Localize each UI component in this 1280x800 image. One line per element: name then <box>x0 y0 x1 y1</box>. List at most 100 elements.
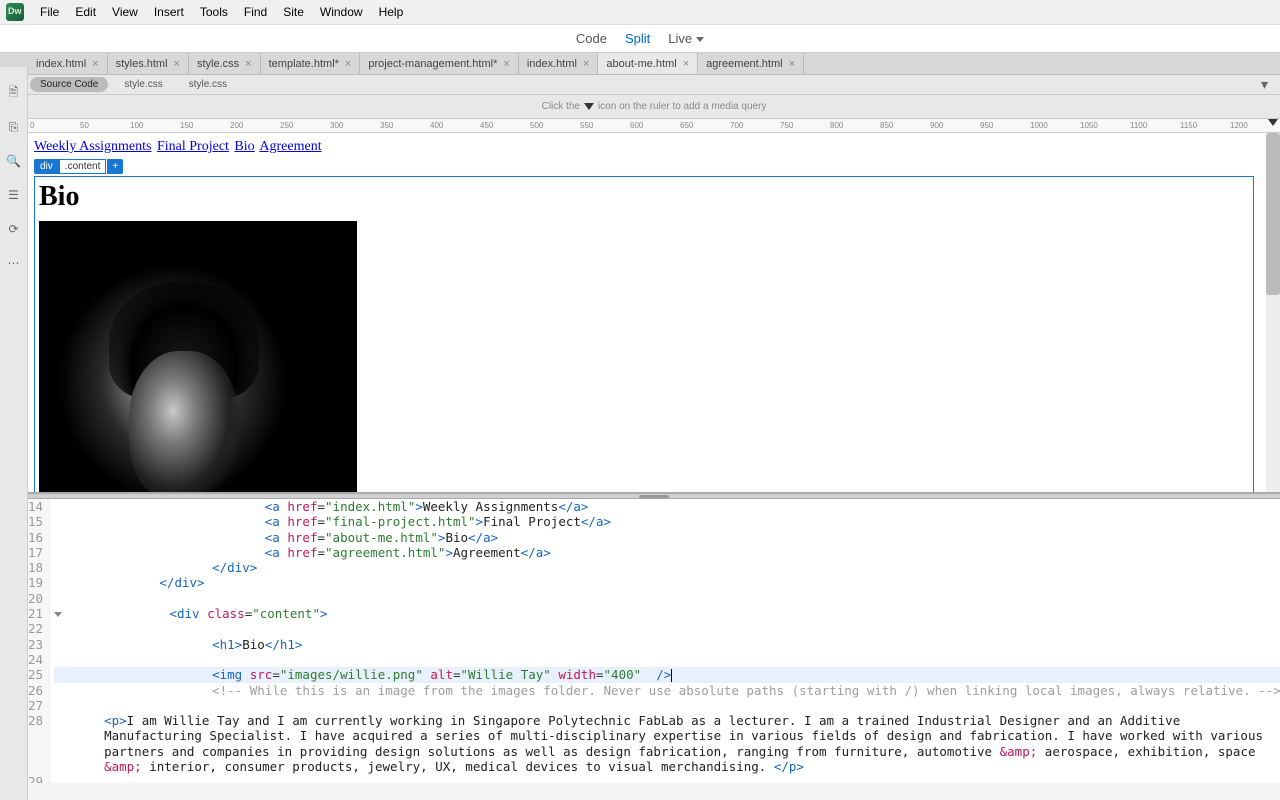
chevron-down-icon[interactable] <box>696 37 704 42</box>
code-line[interactable]: </div> <box>54 560 1280 575</box>
ruler-tick: 1100 <box>1130 121 1147 130</box>
ruler-triangle-icon[interactable] <box>1268 119 1278 126</box>
code-line[interactable]: <!-- While this is an image from the ima… <box>54 683 1280 698</box>
nav-link[interactable]: Final Project <box>157 139 229 154</box>
content-outline[interactable]: Bio <box>34 176 1254 493</box>
page-nav: Weekly Assignments Final Project Bio Agr… <box>34 139 1274 155</box>
close-icon[interactable]: × <box>683 58 689 70</box>
selector-tag[interactable]: div <box>34 159 59 174</box>
code-line[interactable] <box>54 652 1280 667</box>
search-icon[interactable]: 🔍 <box>6 153 22 169</box>
ruler-tick: 200 <box>230 121 243 130</box>
menu-view[interactable]: View <box>104 1 146 23</box>
ruler-tick: 900 <box>930 121 943 130</box>
bio-image[interactable] <box>39 221 357 493</box>
code-line[interactable]: <h1>Bio</h1> <box>54 637 1280 652</box>
file-tab[interactable]: index.html × <box>519 53 599 74</box>
file-tab[interactable]: about-me.html× <box>598 53 698 74</box>
close-icon[interactable]: × <box>583 58 589 70</box>
nav-link[interactable]: Agreement <box>259 139 321 154</box>
menu-edit[interactable]: Edit <box>67 1 104 23</box>
ruler-tick: 550 <box>580 121 593 130</box>
code-line[interactable] <box>54 591 1280 606</box>
file-tab-label: index.html <box>527 58 577 70</box>
file-icon[interactable]: 🗎 <box>6 85 22 101</box>
menu-help[interactable]: Help <box>371 1 412 23</box>
ruler-tick: 1050 <box>1080 121 1098 130</box>
related-stylesheet-tab[interactable]: style.css <box>114 77 172 92</box>
file-tab-label: index.html <box>36 58 86 70</box>
code-line[interactable]: <img src="images/willie.png" alt="Willie… <box>54 667 1280 682</box>
file-tab[interactable]: style.css × <box>189 53 261 74</box>
file-tab[interactable]: template.html* × <box>261 53 361 74</box>
code-editor[interactable]: <a href="index.html">Weekly Assignments<… <box>50 499 1280 783</box>
selector-add[interactable]: + <box>106 159 123 174</box>
ruler-tick: 500 <box>530 121 543 130</box>
ruler-tick: 600 <box>630 121 643 130</box>
code-line[interactable]: </div> <box>54 575 1280 590</box>
ruler-tick: 950 <box>980 121 993 130</box>
menu-find[interactable]: Find <box>236 1 275 23</box>
ruler-tick: 250 <box>280 121 293 130</box>
close-icon[interactable]: × <box>345 58 351 70</box>
view-code[interactable]: Code <box>576 31 607 46</box>
file-tab-label: template.html* <box>269 58 339 70</box>
close-icon[interactable]: × <box>789 58 795 70</box>
code-view[interactable]: 14151617181920212223242526272829 <a href… <box>28 499 1280 783</box>
media-query-hint: Click theicon on the ruler to add a medi… <box>28 95 1280 119</box>
code-line[interactable]: <a href="index.html">Weekly Assignments<… <box>54 499 1280 514</box>
ruler-tick: 800 <box>830 121 843 130</box>
file-tab-label: styles.html <box>116 58 168 70</box>
file-tab[interactable]: styles.html × <box>108 53 189 74</box>
ruler-tick: 1000 <box>1030 121 1048 130</box>
code-line[interactable] <box>54 621 1280 636</box>
ruler-tick: 750 <box>780 121 793 130</box>
page-heading: Bio <box>39 181 1249 213</box>
ruler-tick: 1150 <box>1180 121 1197 130</box>
menu-window[interactable]: Window <box>312 1 371 23</box>
refresh-icon[interactable]: ⟳ <box>6 221 22 237</box>
nav-link[interactable]: Weekly Assignments <box>34 139 151 154</box>
file-tab-label: style.css <box>197 58 239 70</box>
menu-insert[interactable]: Insert <box>146 1 192 23</box>
code-line[interactable] <box>54 774 1280 783</box>
menu-tools[interactable]: Tools <box>192 1 236 23</box>
view-split[interactable]: Split <box>625 31 650 46</box>
close-icon[interactable]: × <box>245 58 251 70</box>
filter-icon[interactable]: ▾ <box>1261 76 1268 93</box>
close-icon[interactable]: × <box>92 58 98 70</box>
code-line[interactable]: <p>I am Willie Tay and I am currently wo… <box>54 713 1280 774</box>
file-tab[interactable]: index.html × <box>28 53 108 74</box>
line-gutter: 14151617181920212223242526272829 <box>28 499 50 783</box>
layers-icon[interactable]: ☰ <box>6 187 22 203</box>
more-icon[interactable]: ⋯ <box>6 255 22 271</box>
menu-bar: FileEditViewInsertToolsFindSiteWindowHel… <box>0 0 1280 25</box>
related-stylesheet-tab[interactable]: style.css <box>179 77 237 92</box>
menu-site[interactable]: Site <box>275 1 312 23</box>
file-tab[interactable]: agreement.html× <box>698 53 804 74</box>
menu-file[interactable]: File <box>32 1 67 23</box>
code-line[interactable]: <a href="about-me.html">Bio</a> <box>54 530 1280 545</box>
ruler-tick: 50 <box>80 121 89 130</box>
code-line[interactable] <box>54 698 1280 713</box>
close-icon[interactable]: × <box>174 58 180 70</box>
nav-link[interactable]: Bio <box>234 139 254 154</box>
view-live[interactable]: Live <box>668 31 704 46</box>
close-icon[interactable]: × <box>503 58 509 70</box>
scrollbar[interactable] <box>1266 133 1280 492</box>
ruler-tick: 1200 <box>1230 121 1248 130</box>
ruler-tick: 450 <box>480 121 493 130</box>
element-selector[interactable]: div .content + <box>34 159 123 174</box>
source-code-tab[interactable]: Source Code <box>30 77 108 92</box>
ruler[interactable]: 0501001502002503003504004505005506006507… <box>28 119 1280 133</box>
ruler-tick: 850 <box>880 121 893 130</box>
code-line[interactable]: <a href="final-project.html">Final Proje… <box>54 514 1280 529</box>
code-line[interactable]: <div class="content"> <box>54 606 1280 621</box>
manage-icon[interactable]: ⎘ <box>6 119 22 135</box>
ruler-tick: 650 <box>680 121 693 130</box>
code-line[interactable]: <a href="agreement.html">Agreement</a> <box>54 545 1280 560</box>
file-tab[interactable]: project-management.html*× <box>360 53 518 74</box>
selector-class[interactable]: .content <box>59 159 107 174</box>
design-view[interactable]: Weekly Assignments Final Project Bio Agr… <box>28 133 1280 493</box>
ruler-tick: 700 <box>730 121 743 130</box>
